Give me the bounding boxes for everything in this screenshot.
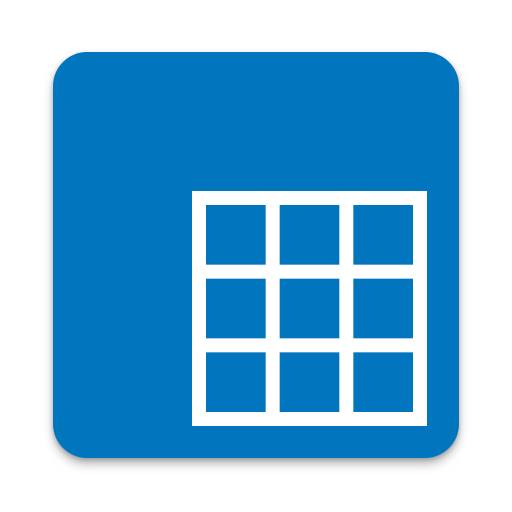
grid-cell: [279, 205, 340, 265]
app-icon[interactable]: [53, 52, 459, 458]
grid-cell: [279, 278, 340, 339]
grid-cell: [206, 278, 266, 339]
grid-cell: [206, 352, 266, 412]
icon-canvas: [0, 0, 512, 512]
grid-cell: [206, 205, 266, 265]
grid-cell: [353, 205, 413, 265]
grid-3x3-icon-svg: [192, 191, 427, 426]
grid-cell: [353, 278, 413, 339]
grid-cell: [279, 352, 340, 412]
grid-cell: [353, 352, 413, 412]
grid-3x3-icon: [192, 191, 427, 426]
